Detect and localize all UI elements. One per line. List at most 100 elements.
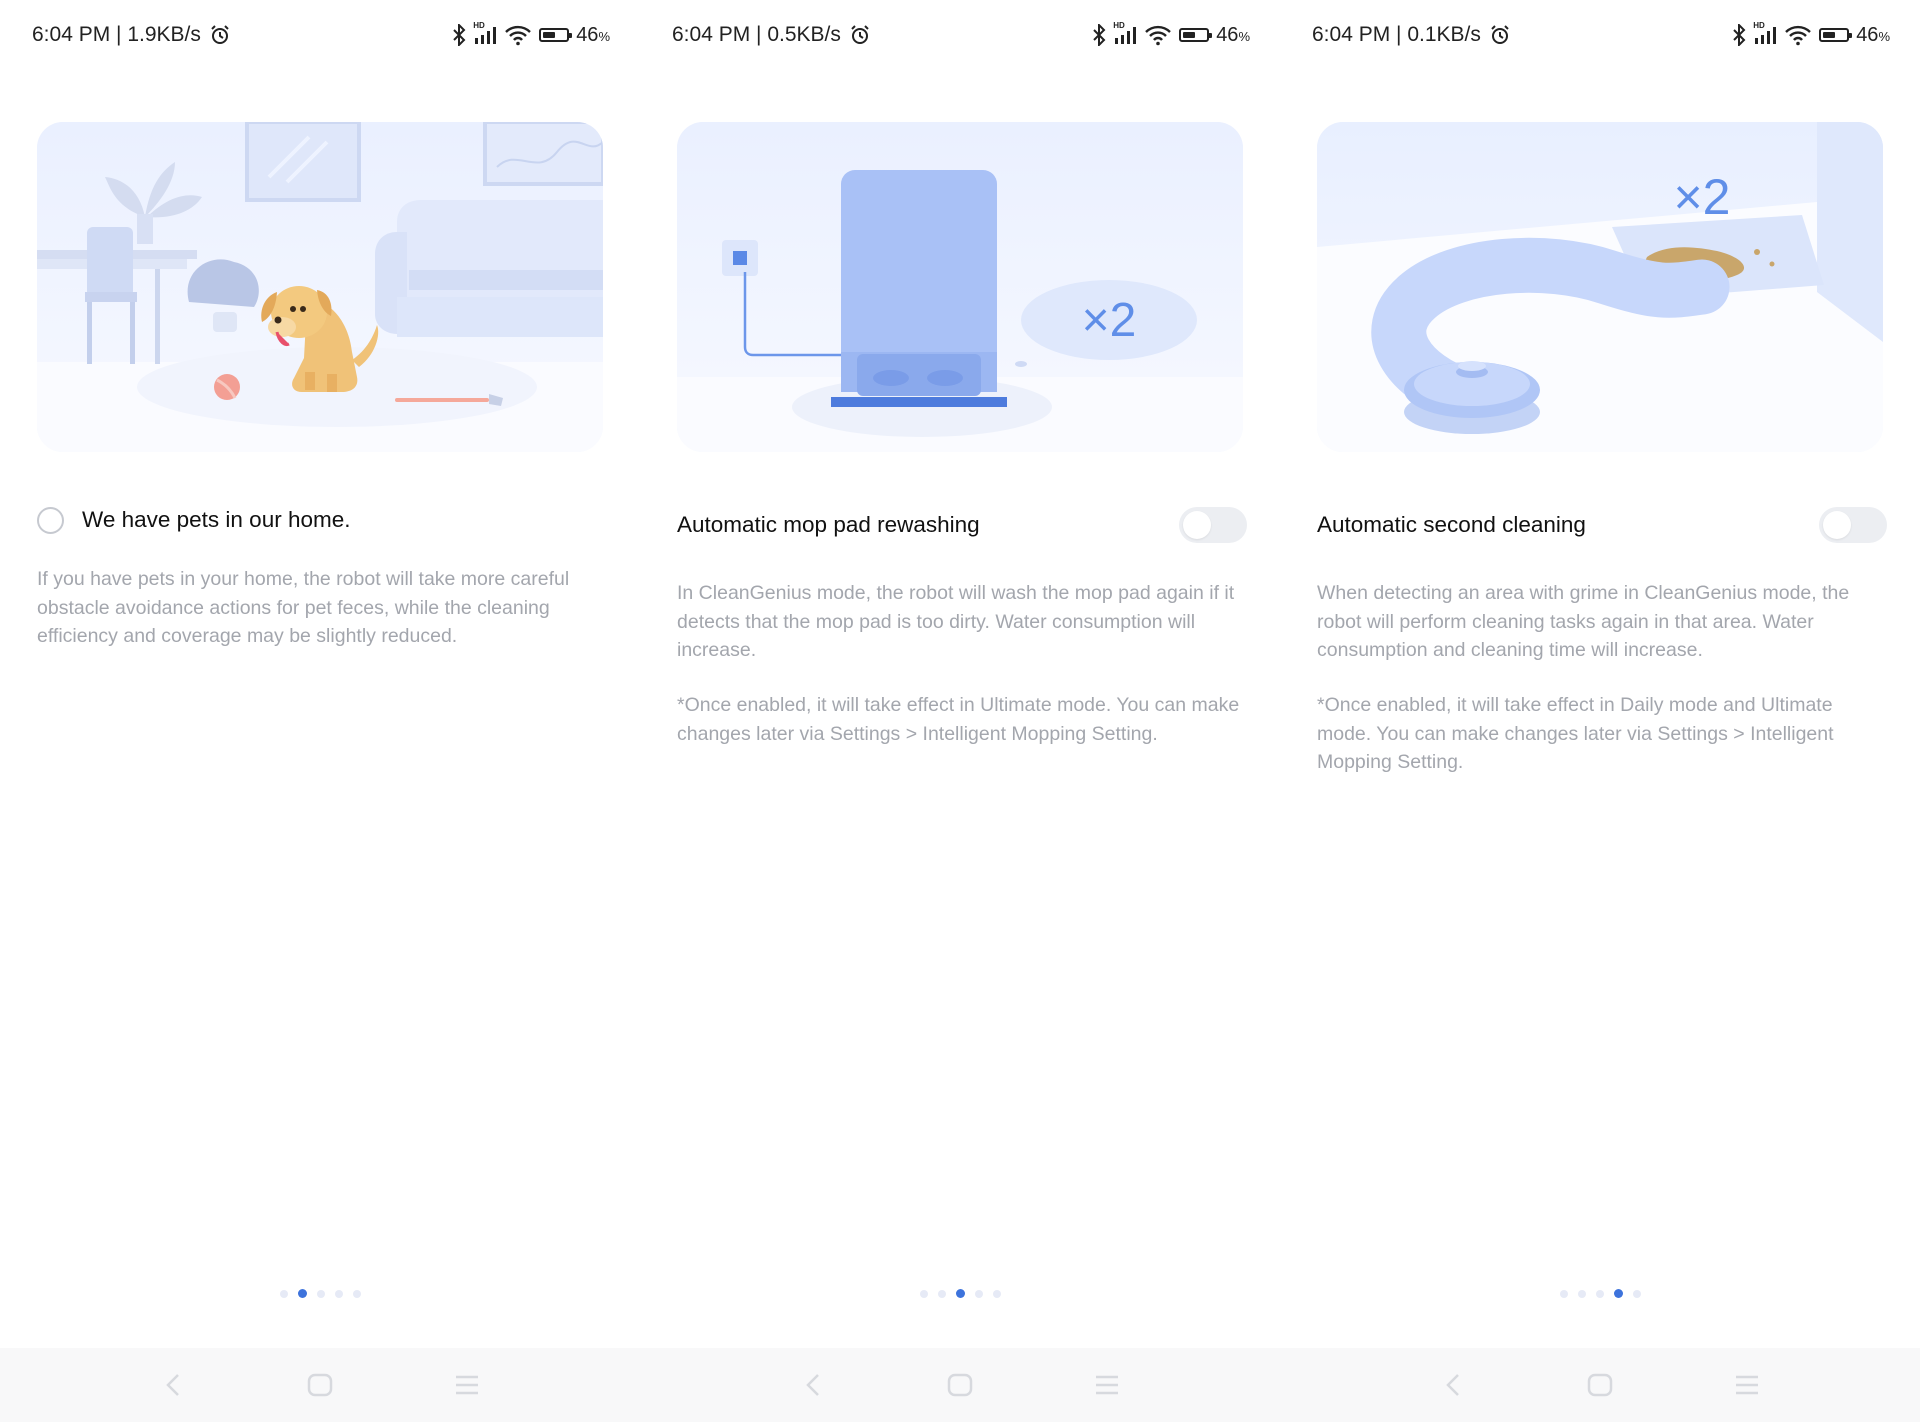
battery-value: 46 <box>576 23 599 46</box>
times-two-label: ×2 <box>1082 294 1137 347</box>
navigation-bar <box>0 1348 640 1422</box>
toggle-knob <box>1823 511 1851 539</box>
pets-option-label: We have pets in our home. <box>82 507 351 532</box>
back-icon <box>1446 1374 1460 1396</box>
menu-icon <box>1735 1375 1758 1395</box>
alarm-icon <box>1491 25 1509 44</box>
hd-signal-icon: HD <box>1753 21 1777 44</box>
back-icon <box>806 1374 820 1396</box>
back-button[interactable] <box>793 1365 833 1405</box>
menu-icon <box>455 1375 478 1395</box>
alarm-icon <box>211 25 229 44</box>
wifi-icon <box>505 25 532 46</box>
second-cleaning-option-row: Automatic second cleaning <box>1317 505 1887 545</box>
base-station-image: ×2 <box>677 122 1243 452</box>
home-icon <box>947 1373 973 1397</box>
page-dot <box>316 1289 325 1298</box>
screen-mop-rewashing: 6:04 PM | 0.5KB/s HD 46% ×2 Automatic mo… <box>640 0 1280 1422</box>
battery-value: 46 <box>1216 23 1239 46</box>
times-two-label: ×2 <box>1673 169 1730 225</box>
navigation-bar <box>1280 1348 1920 1422</box>
page-dot <box>992 1289 1001 1298</box>
second-cleaning-toggle[interactable] <box>1819 507 1887 543</box>
status-time-network: 6:04 PM | 0.5KB/s <box>672 23 841 46</box>
menu-button[interactable] <box>447 1365 487 1405</box>
mop-rewash-note: *Once enabled, it will take effect in Ul… <box>677 694 1240 745</box>
page-indicator <box>1280 1289 1920 1298</box>
second-cleaning-note: *Once enabled, it will take effect in Da… <box>1317 694 1834 773</box>
battery-icon <box>1819 28 1853 42</box>
screens-container: 6:04 PM | 1.9KB/s HD 46% We have pets in… <box>0 0 1920 1422</box>
alarm-icon <box>851 25 869 44</box>
page-indicator <box>0 1289 640 1298</box>
screen-pets: 6:04 PM | 1.9KB/s HD 46% We have pets in… <box>0 0 640 1422</box>
battery-percent: 46% <box>1856 24 1890 47</box>
battery-percent: 46% <box>576 24 610 47</box>
robot-vacuum-image: ×2 <box>1317 122 1883 452</box>
page-dot <box>974 1289 983 1298</box>
menu-icon <box>1095 1375 1118 1395</box>
mop-rewash-option-label: Automatic mop pad rewashing <box>677 512 980 537</box>
second-cleaning-description: When detecting an area with grime in Cle… <box>1317 582 1850 661</box>
mop-rewash-toggle[interactable] <box>1179 507 1247 543</box>
pets-illustration <box>37 122 603 452</box>
battery-percent: 46% <box>1216 24 1250 47</box>
page-dot <box>1577 1289 1586 1298</box>
battery-icon <box>539 28 573 42</box>
home-button[interactable] <box>940 1365 980 1405</box>
navigation-bar <box>640 1348 1280 1422</box>
menu-button[interactable] <box>1727 1365 1767 1405</box>
page-dot <box>937 1289 946 1298</box>
status-time-network: 6:04 PM | 0.1KB/s <box>1312 23 1481 46</box>
page-dot <box>334 1289 343 1298</box>
bluetooth-icon <box>453 24 466 46</box>
hd-label: HD <box>473 21 485 30</box>
page-dot-active <box>955 1289 965 1298</box>
status-right: HD 46% <box>1732 21 1890 47</box>
page-dot <box>1559 1289 1568 1298</box>
status-bar: 6:04 PM | 1.9KB/s HD 46% <box>32 18 610 52</box>
second-cleaning-option-label: Automatic second cleaning <box>1317 512 1586 537</box>
battery-icon <box>1179 28 1213 42</box>
status-left: 6:04 PM | 1.9KB/s <box>32 23 231 47</box>
back-button[interactable] <box>153 1365 193 1405</box>
page-dot <box>1595 1289 1604 1298</box>
battery-value: 46 <box>1856 23 1879 46</box>
status-left: 6:04 PM | 0.1KB/s <box>1312 23 1511 47</box>
second-cleaning-illustration: ×2 <box>1317 122 1883 452</box>
home-button[interactable] <box>300 1365 340 1405</box>
status-right: HD 46% <box>452 21 610 47</box>
status-time-network: 6:04 PM | 1.9KB/s <box>32 23 201 46</box>
page-dot <box>352 1289 361 1298</box>
page-dot-active <box>297 1289 307 1298</box>
hd-label: HD <box>1753 21 1765 30</box>
page-indicator <box>640 1289 1280 1298</box>
wifi-icon <box>1145 25 1172 46</box>
page-dot-active <box>1613 1289 1623 1298</box>
page-dot <box>919 1289 928 1298</box>
living-room-dog-image <box>37 122 603 452</box>
percent-sign: % <box>598 28 610 44</box>
pets-description: If you have pets in your home, the robot… <box>37 568 570 647</box>
home-icon <box>307 1373 333 1397</box>
home-icon <box>1587 1373 1613 1397</box>
mop-rewash-option-row: Automatic mop pad rewashing <box>677 505 1247 545</box>
percent-sign: % <box>1878 28 1890 44</box>
hd-signal-icon: HD <box>1113 21 1137 44</box>
menu-button[interactable] <box>1087 1365 1127 1405</box>
status-right: HD 46% <box>1092 21 1250 47</box>
percent-sign: % <box>1238 28 1250 44</box>
status-left: 6:04 PM | 0.5KB/s <box>672 23 871 47</box>
back-button[interactable] <box>1433 1365 1473 1405</box>
pets-option-row[interactable]: We have pets in our home. <box>37 500 603 540</box>
screen-second-cleaning: 6:04 PM | 0.1KB/s HD 46% ×2 Automatic se… <box>1280 0 1920 1422</box>
wifi-icon <box>1785 25 1812 46</box>
page-dot <box>279 1289 288 1298</box>
toggle-knob <box>1183 511 1211 539</box>
bluetooth-icon <box>1093 24 1106 46</box>
pets-radio-button[interactable] <box>37 506 64 534</box>
bluetooth-icon <box>1733 24 1746 46</box>
hd-signal-icon: HD <box>473 21 497 44</box>
mop-rewash-description: In CleanGenius mode, the robot will wash… <box>677 582 1235 661</box>
home-button[interactable] <box>1580 1365 1620 1405</box>
